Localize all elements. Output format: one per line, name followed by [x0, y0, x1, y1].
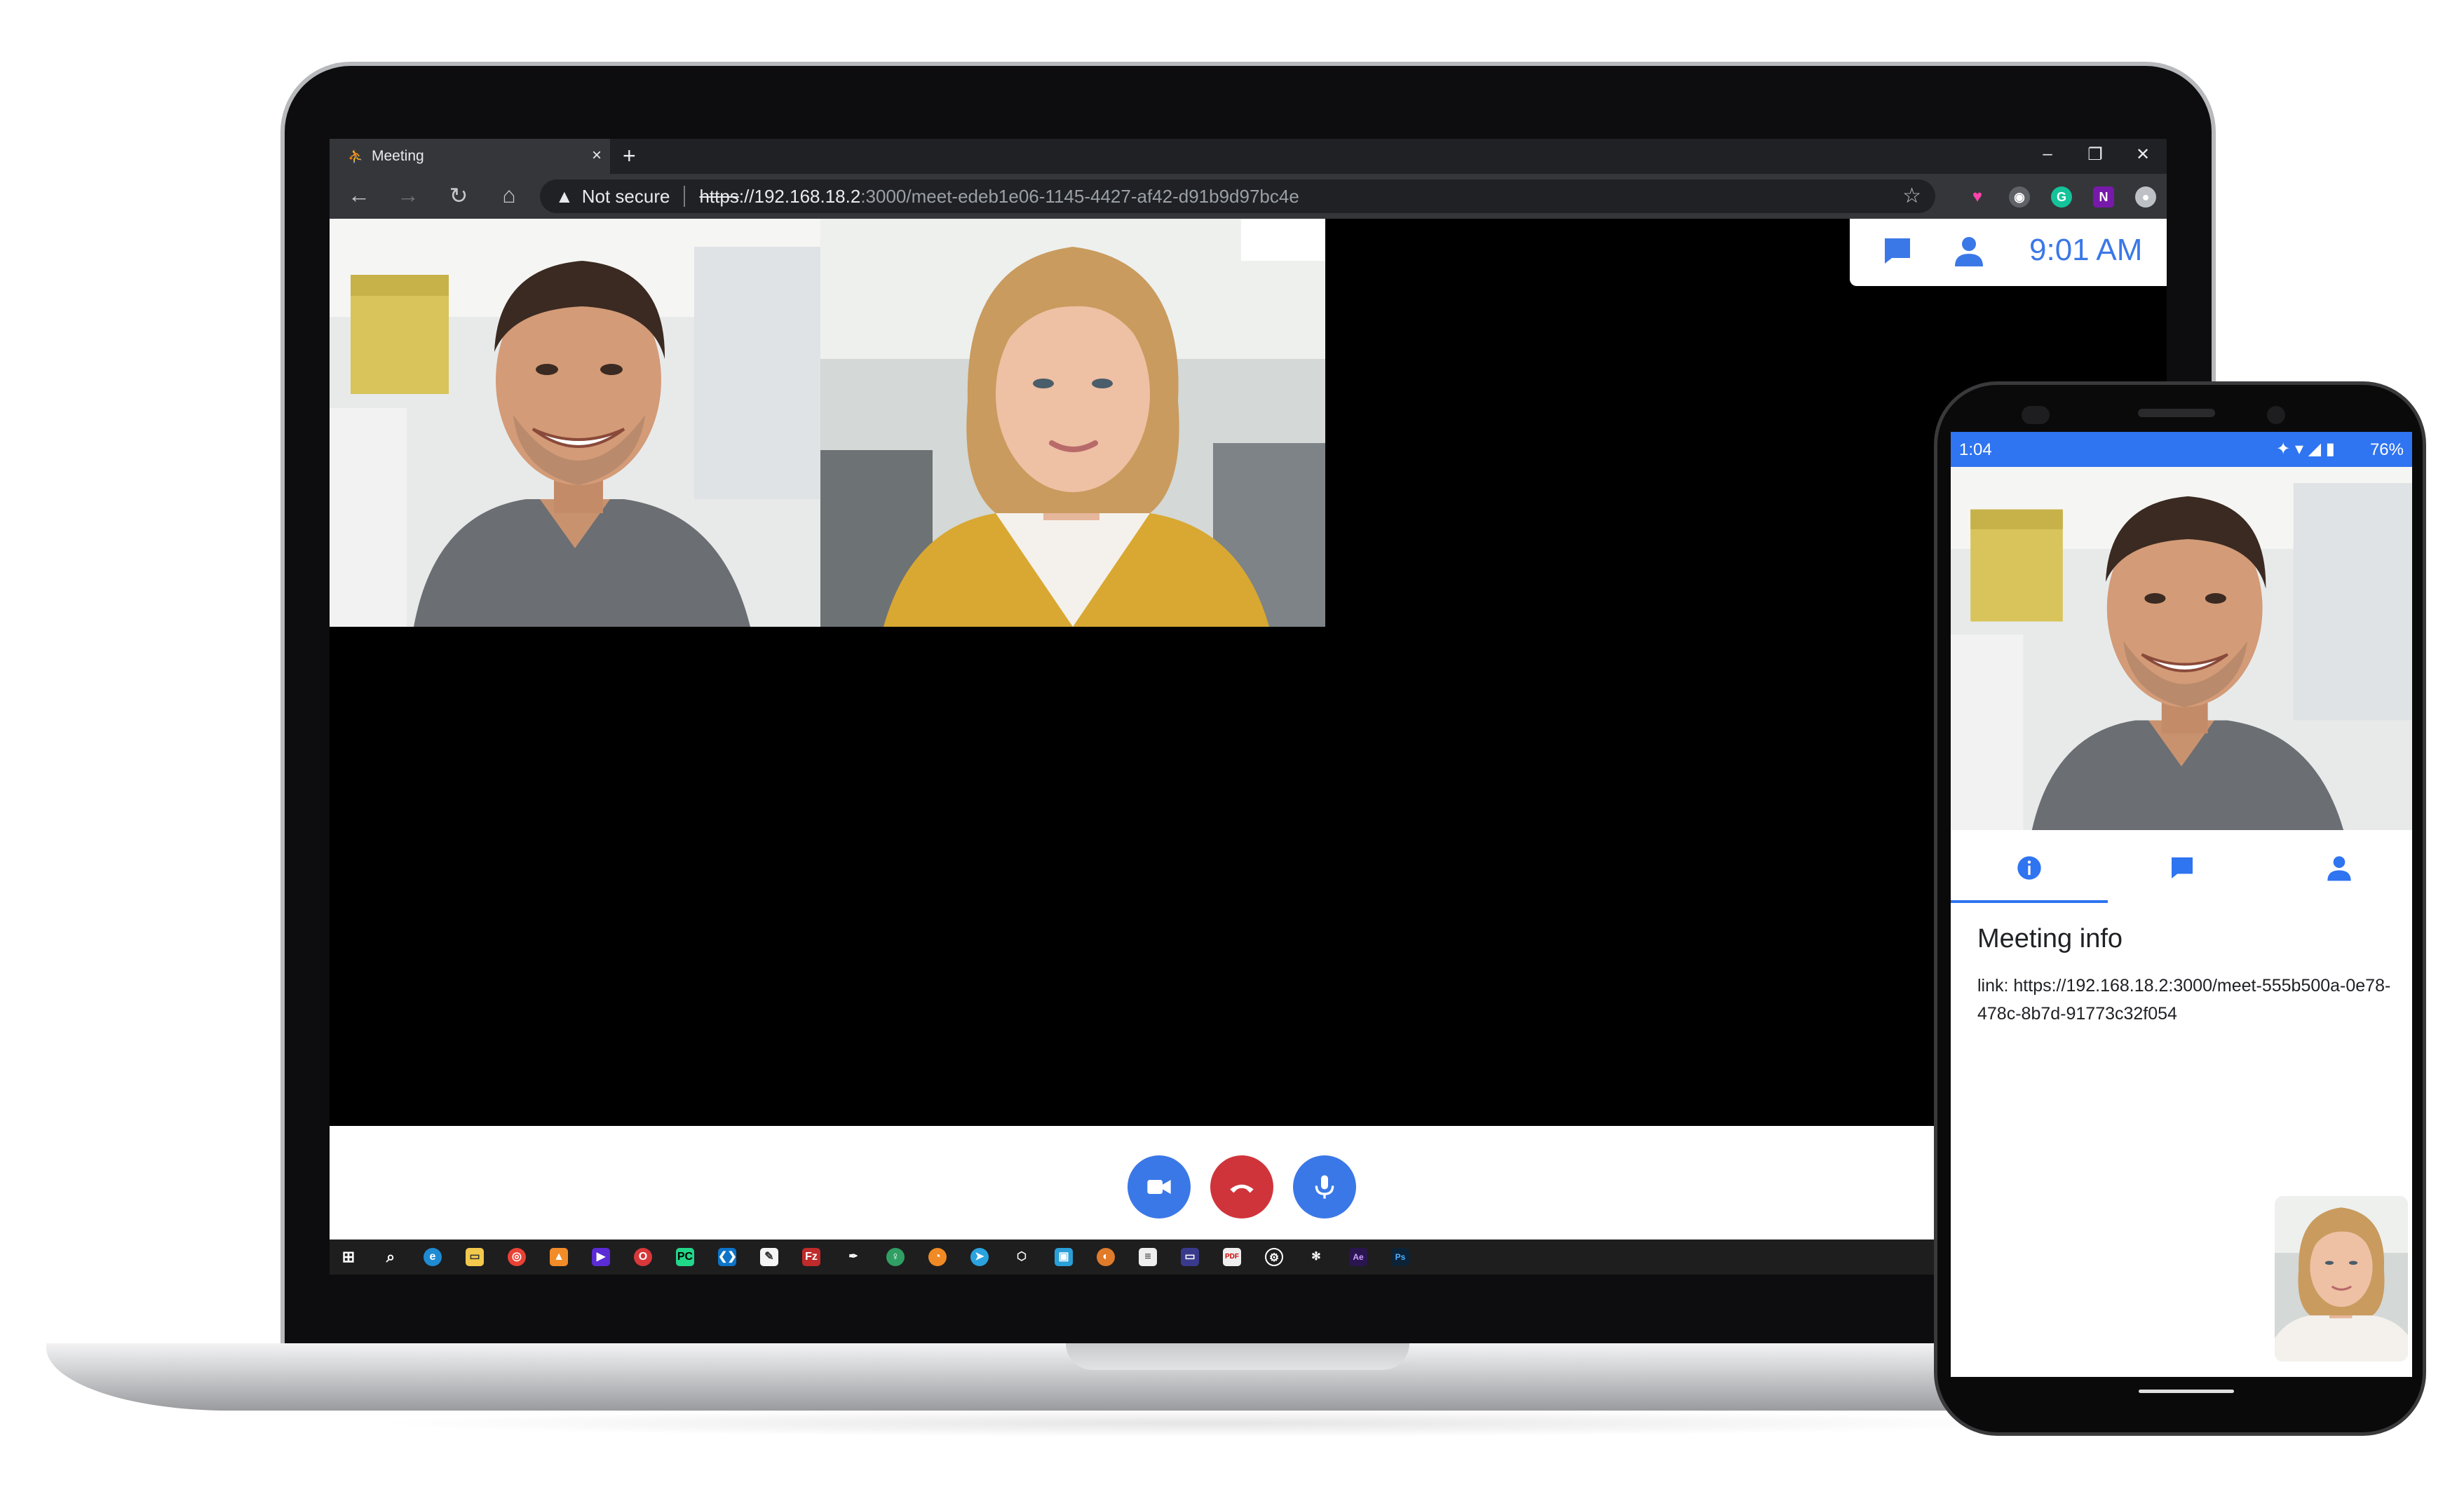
forward-icon[interactable]: → [393, 182, 424, 208]
laptop-notch [1066, 1343, 1409, 1370]
telegram-icon[interactable]: ➤ [970, 1248, 989, 1266]
windows-start-icon[interactable]: ⊞ [339, 1248, 358, 1266]
opera-icon[interactable]: O [634, 1248, 652, 1266]
inkscape-icon[interactable]: ✒ [844, 1248, 862, 1266]
grammarly-icon[interactable]: G [2051, 186, 2072, 208]
phone-participant-video[interactable] [1951, 467, 2412, 830]
notes-icon[interactable]: ✎ [760, 1248, 778, 1266]
filezilla-icon[interactable]: Fz [802, 1248, 820, 1266]
phone-tab-bar [1951, 830, 2412, 903]
phone-home-indicator[interactable] [2139, 1390, 2234, 1393]
windows-taskbar: ⊞ ⌕ e ▭ ◎ ▲ ▶ O PC ❮❯ ✎ Fz ✒ ♀ ◔ ➤ ⬡ ▣ ◐… [330, 1240, 2167, 1275]
warning-icon: ▲ [555, 185, 574, 207]
pycharm-icon[interactable]: PC [676, 1248, 694, 1266]
participants-tab-icon[interactable] [2325, 854, 2353, 882]
microphone-icon [1315, 1175, 1334, 1199]
meeting-link[interactable]: link: https://192.168.18.2:3000/meet-555… [1977, 972, 2391, 1028]
omnibox-divider [684, 186, 686, 207]
laptop-screen: ⛹ Meeting × + – ❐ ✕ ← → ↻ ⌂ ▲ Not secure… [330, 139, 2167, 1275]
phone-time: 1:04 [1959, 440, 1992, 459]
browser-toolbar: ← → ↻ ⌂ ▲ Not secure https ://192.168.18… [330, 174, 2167, 219]
minimize-button[interactable]: – [2033, 144, 2062, 164]
back-icon[interactable]: ← [344, 182, 374, 208]
bookmark-star-icon[interactable]: ☆ [1902, 184, 1921, 208]
meeting-info-card: 9:01 AM [1850, 219, 2167, 286]
camera-extension-icon[interactable]: ◉ [2009, 186, 2030, 208]
chrome-icon[interactable]: ◎ [508, 1248, 526, 1266]
front-sensor-icon [2022, 406, 2050, 424]
earpiece-speaker [2138, 409, 2215, 417]
onenote-icon[interactable]: N [2093, 186, 2114, 208]
video-editor-icon[interactable]: ▶ [592, 1248, 610, 1266]
participant-video-man[interactable] [330, 219, 820, 627]
tab-title: Meeting [372, 148, 424, 164]
reload-icon[interactable]: ↻ [443, 182, 474, 209]
search-icon[interactable]: ⌕ [381, 1248, 400, 1266]
front-camera-icon [2267, 406, 2285, 424]
camera-toggle-button[interactable] [1128, 1155, 1191, 1218]
terminal-icon[interactable]: ▭ [1181, 1248, 1199, 1266]
close-window-button[interactable]: ✕ [2129, 144, 2157, 165]
puzzle-app-icon[interactable]: ✻ [1307, 1248, 1325, 1266]
url-scheme: https [699, 185, 739, 207]
self-preview-woman-image [2275, 1196, 2408, 1361]
blender-icon[interactable]: ◐ [1097, 1248, 1115, 1266]
tab-close-icon[interactable]: × [592, 146, 602, 165]
self-preview-video[interactable] [2275, 1196, 2408, 1361]
meeting-info-title: Meeting info [1977, 924, 2123, 953]
edge-icon[interactable]: e [424, 1248, 442, 1266]
file-explorer-icon[interactable]: ▭ [466, 1248, 484, 1266]
new-tab-button[interactable]: + [623, 143, 636, 169]
woman-portrait-image [820, 219, 1325, 627]
participant-video-woman[interactable] [820, 219, 1325, 627]
photoshop-icon[interactable]: Ps [1391, 1248, 1409, 1266]
address-bar[interactable]: ▲ Not secure https ://192.168.18.2 :3000… [540, 179, 1935, 213]
vscode-icon[interactable]: ❮❯ [718, 1248, 737, 1266]
man-portrait-image [330, 219, 820, 627]
active-tab-indicator [1951, 900, 2108, 903]
clock-app-icon[interactable]: ◔ [928, 1248, 947, 1266]
after-effects-icon[interactable]: Ae [1349, 1248, 1367, 1266]
browser-tab-strip: ⛹ Meeting × + – ❐ ✕ [330, 139, 2167, 174]
photos-icon[interactable]: ▣ [1055, 1248, 1073, 1266]
chat-icon[interactable] [1881, 234, 1914, 268]
signal-icons: ✦ ▾ ◢ ▮ [2276, 440, 2335, 459]
pdf-reader-icon[interactable]: PDF [1223, 1248, 1241, 1266]
home-icon[interactable]: ⌂ [494, 182, 524, 208]
phone-hangup-icon [1230, 1184, 1254, 1193]
meeting-favicon-icon: ⛹ [348, 149, 364, 163]
security-label[interactable]: Not secure [582, 186, 670, 208]
meeting-clock: 9:01 AM [2029, 233, 2143, 267]
url-path: :3000/meet-edeb1e06-1145-4427-af42-d91b9… [860, 185, 1299, 207]
browser-tab-meeting[interactable]: ⛹ Meeting × [330, 139, 610, 174]
vlc-icon[interactable]: ▲ [550, 1248, 568, 1266]
phone-man-portrait-image [1951, 467, 2412, 830]
cube-app-icon[interactable]: ⬡ [1013, 1248, 1031, 1266]
gitkraken-icon[interactable]: ♀ [886, 1248, 905, 1266]
call-control-bar [330, 1126, 2167, 1240]
hang-up-button[interactable] [1210, 1155, 1273, 1218]
phone-screen: 1:04 ✦ ▾ ◢ ▮ 76% Meeting info link: http… [1951, 432, 2412, 1377]
chat-tab-icon[interactable] [2168, 854, 2196, 882]
notepad-icon[interactable]: ≡ [1139, 1248, 1157, 1266]
battery-percent: 76% [2369, 440, 2404, 459]
url-host: ://192.168.18.2 [738, 185, 861, 207]
heart-extension-icon[interactable]: ♥ [1967, 186, 1988, 208]
video-camera-icon [1147, 1180, 1171, 1194]
settings-icon[interactable]: ⚙ [1265, 1248, 1283, 1266]
restore-button[interactable]: ❐ [2081, 144, 2109, 165]
circle-extension-icon[interactable]: ● [2135, 186, 2156, 208]
microphone-toggle-button[interactable] [1293, 1155, 1356, 1218]
phone-status-bar: 1:04 ✦ ▾ ◢ ▮ 76% [1951, 432, 2412, 467]
laptop-shadow [365, 1409, 2047, 1437]
participants-icon[interactable] [1952, 234, 1986, 268]
info-tab-icon[interactable] [2015, 854, 2043, 882]
